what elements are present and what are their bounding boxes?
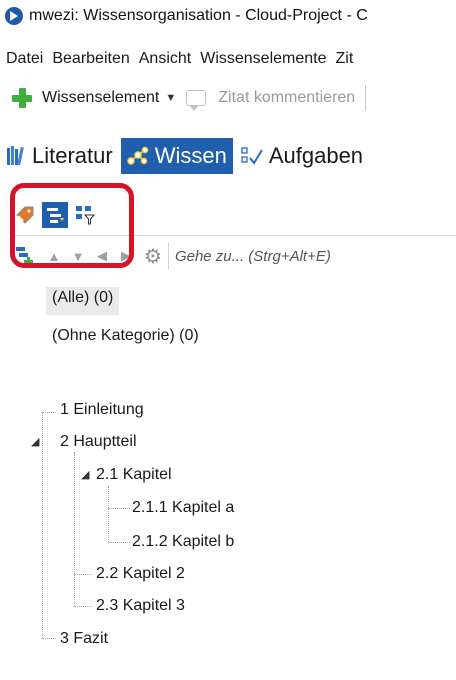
menu-datei[interactable]: Datei	[6, 50, 43, 68]
tree-node-kapitel-2-1-1[interactable]: 2.1.1 Kapitel a	[132, 499, 234, 517]
tree-node-kapitel-2-2[interactable]: 2.2 Kapitel 2	[96, 565, 185, 583]
title-bar: mwezi: Wissensorganisation - Cloud-Proje…	[0, 0, 456, 32]
tree-node-hauptteil[interactable]: 2 Hauptteil	[60, 433, 137, 451]
category-uncategorized[interactable]: (Ohne Kategorie) (0)	[52, 327, 199, 345]
chevron-down-icon[interactable]: ▼	[165, 92, 176, 104]
tree-connector-212	[108, 542, 130, 543]
expand-triangle-icon[interactable]: ◢	[31, 435, 39, 448]
tab-label-aufgaben: Aufgaben	[268, 143, 364, 168]
tree-connector-2	[74, 452, 75, 606]
tab-label-literatur: Literatur	[32, 143, 113, 168]
new-knowledge-element-button[interactable]: Wissenselement	[42, 89, 159, 107]
books-icon	[7, 146, 24, 166]
tab-wissen[interactable]: Wissen	[120, 138, 233, 174]
highlight-annotation	[10, 183, 134, 268]
app-logo-icon	[5, 7, 23, 25]
tasks-checklist-icon	[241, 147, 263, 165]
knowledge-network-icon	[126, 146, 148, 165]
menu-wissenselemente[interactable]: Wissenselemente	[200, 50, 326, 68]
menu-ansicht[interactable]: Ansicht	[139, 50, 191, 68]
category-all[interactable]: (Alle) (0)	[46, 287, 120, 315]
window-title: mwezi: Wissensorganisation - Cloud-Proje…	[29, 7, 368, 24]
tree-connector-21	[108, 486, 109, 542]
tree-node-kapitel-2-1-2[interactable]: 2.1.2 Kapitel b	[132, 533, 234, 551]
comment-quote-button[interactable]: Zitat kommentieren	[218, 89, 355, 107]
menu-bearbeiten[interactable]: Bearbeiten	[52, 50, 129, 68]
tree-connector-root-h3	[42, 638, 56, 639]
tree-node-kapitel-2-1[interactable]: 2.1 Kapitel	[96, 466, 172, 484]
tab-literatur[interactable]: Literatur	[0, 138, 119, 174]
tree-node-kapitel-2-3[interactable]: 2.3 Kapitel 3	[96, 597, 185, 615]
menu-zitate[interactable]: Zit	[336, 50, 354, 68]
tree-connector-211	[108, 508, 130, 509]
tab-aufgaben[interactable]: Aufgaben	[235, 138, 369, 174]
module-tabs: Literatur Wissen Aufgaben	[0, 136, 456, 176]
tree-node-fazit[interactable]: 3 Fazit	[60, 630, 108, 648]
main-toolbar: Wissenselement ▼ Zitat kommentieren	[0, 82, 456, 114]
toolbar-separator	[365, 85, 367, 111]
menu-bar: Datei Bearbeiten Ansicht Wissenselemente…	[0, 44, 456, 74]
comment-icon	[186, 90, 207, 111]
tree-connector-root	[42, 412, 43, 638]
add-icon[interactable]	[12, 88, 32, 108]
tree-connector-22	[74, 574, 92, 575]
expand-triangle-icon[interactable]: ◢	[81, 468, 89, 481]
goto-search-input[interactable]	[167, 242, 387, 270]
gear-icon[interactable]: ⚙	[144, 244, 162, 269]
tab-label-wissen: Wissen	[154, 143, 227, 168]
tree-node-einleitung[interactable]: 1 Einleitung	[60, 401, 144, 419]
tree-connector-root-h1	[42, 412, 56, 413]
tree-connector-23	[74, 606, 92, 607]
